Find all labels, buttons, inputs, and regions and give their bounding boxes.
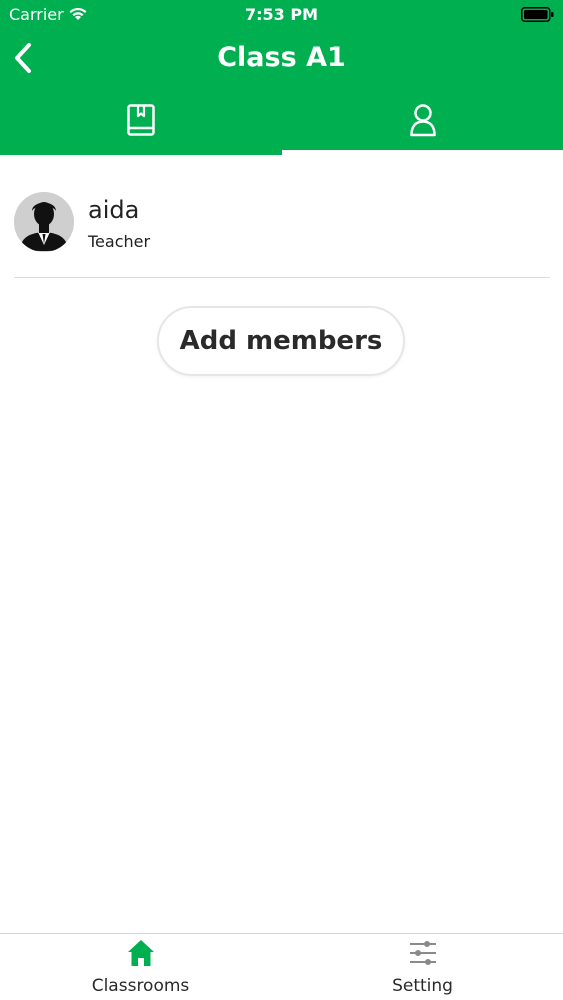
tab-class-info[interactable] [0,95,281,150]
divider [14,277,550,278]
bottom-tab-classrooms[interactable]: Classrooms [0,934,281,1000]
home-icon [127,940,154,966]
user-icon [409,104,436,137]
app-header: Carrier 7:53 PM Class A1 [0,0,563,155]
member-row[interactable]: aida Teacher [14,192,550,262]
battery-icon [521,7,554,22]
avatar [14,192,74,252]
tab-indicator [282,150,563,155]
bottom-tab-bar: Classrooms Setting [0,933,563,1000]
tab-members[interactable] [282,95,563,150]
person-avatar-icon [14,192,74,252]
add-members-button[interactable]: Add members [157,306,405,376]
member-role: Teacher [88,232,151,251]
status-time: 7:53 PM [244,5,318,24]
member-name: aida [88,196,140,224]
status-bar: Carrier 7:53 PM [0,0,563,30]
bottom-tab-setting[interactable]: Setting [282,934,563,1000]
book-icon [126,104,155,136]
bottom-tab-label: Setting [392,976,453,996]
bottom-tab-label: Classrooms [91,976,190,996]
sliders-icon [409,941,436,965]
page-title: Class A1 [217,42,346,73]
